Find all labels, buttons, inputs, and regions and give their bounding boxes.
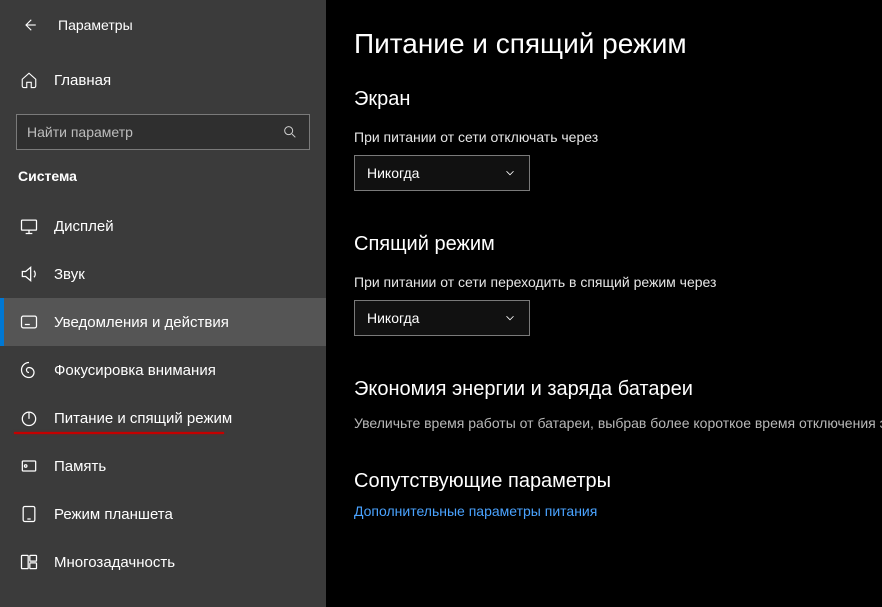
- search-input[interactable]: [16, 114, 310, 150]
- sidebar-header: Параметры: [0, 8, 326, 42]
- back-button[interactable]: [18, 14, 40, 36]
- sidebar-item-multitask[interactable]: Многозадачность: [0, 538, 326, 586]
- sidebar-item-label: Дисплей: [54, 218, 114, 235]
- sidebar-item-notifications[interactable]: Уведомления и действия: [0, 298, 326, 346]
- sidebar-item-label: Уведомления и действия: [54, 314, 229, 331]
- sidebar-item-label: Режим планшета: [54, 506, 173, 523]
- sidebar-item-focus[interactable]: Фокусировка внимания: [0, 346, 326, 394]
- sidebar-item-sound[interactable]: Звук: [0, 250, 326, 298]
- screen-timeout-dropdown[interactable]: Никогда: [354, 155, 530, 191]
- storage-icon: [18, 456, 40, 476]
- battery-heading: Экономия энергии и заряда батареи: [354, 378, 882, 401]
- page-title: Питание и спящий режим: [354, 28, 882, 60]
- battery-desc: Увеличьте время работы от батареи, выбра…: [354, 413, 882, 434]
- chevron-down-icon: [503, 166, 517, 180]
- sidebar-item-label: Звук: [54, 266, 85, 283]
- window-title: Параметры: [58, 17, 133, 33]
- section-label: Система: [0, 168, 326, 184]
- sidebar-item-label: Фокусировка внимания: [54, 362, 216, 379]
- multitask-icon: [18, 552, 40, 572]
- screen-heading: Экран: [354, 88, 882, 111]
- related-power-link[interactable]: Дополнительные параметры питания: [354, 503, 882, 519]
- sidebar-item-storage[interactable]: Память: [0, 442, 326, 490]
- focus-icon: [18, 360, 40, 380]
- search-icon: [281, 124, 299, 140]
- nav-list: Дисплей Звук Уведомления и действия Фоку…: [0, 202, 326, 586]
- arrow-left-icon: [20, 16, 38, 34]
- dropdown-value: Никогда: [367, 165, 419, 181]
- sidebar-item-label: Память: [54, 458, 106, 475]
- related-heading: Сопутствующие параметры: [354, 470, 882, 493]
- sidebar-item-label: Многозадачность: [54, 554, 175, 571]
- screen-option-label: При питании от сети отключать через: [354, 129, 882, 145]
- sleep-option-label: При питании от сети переходить в спящий …: [354, 274, 882, 290]
- display-icon: [18, 216, 40, 236]
- home-button[interactable]: Главная: [0, 58, 326, 102]
- home-label: Главная: [54, 72, 111, 89]
- main-content: Питание и спящий режим Экран При питании…: [326, 0, 882, 607]
- highlight-underline: [14, 432, 224, 434]
- chevron-down-icon: [503, 311, 517, 325]
- sidebar: Параметры Главная Система Дисплей: [0, 0, 326, 607]
- notifications-icon: [18, 312, 40, 332]
- dropdown-value: Никогда: [367, 310, 419, 326]
- search-field[interactable]: [27, 124, 281, 140]
- sidebar-item-power[interactable]: Питание и спящий режим: [0, 394, 326, 442]
- sidebar-item-tablet[interactable]: Режим планшета: [0, 490, 326, 538]
- home-icon: [18, 71, 40, 89]
- sidebar-item-label: Питание и спящий режим: [54, 410, 232, 427]
- sleep-heading: Спящий режим: [354, 233, 882, 256]
- tablet-icon: [18, 504, 40, 524]
- power-icon: [18, 408, 40, 428]
- sound-icon: [18, 264, 40, 284]
- sleep-timeout-dropdown[interactable]: Никогда: [354, 300, 530, 336]
- settings-window: Параметры Главная Система Дисплей: [0, 0, 882, 607]
- sidebar-item-display[interactable]: Дисплей: [0, 202, 326, 250]
